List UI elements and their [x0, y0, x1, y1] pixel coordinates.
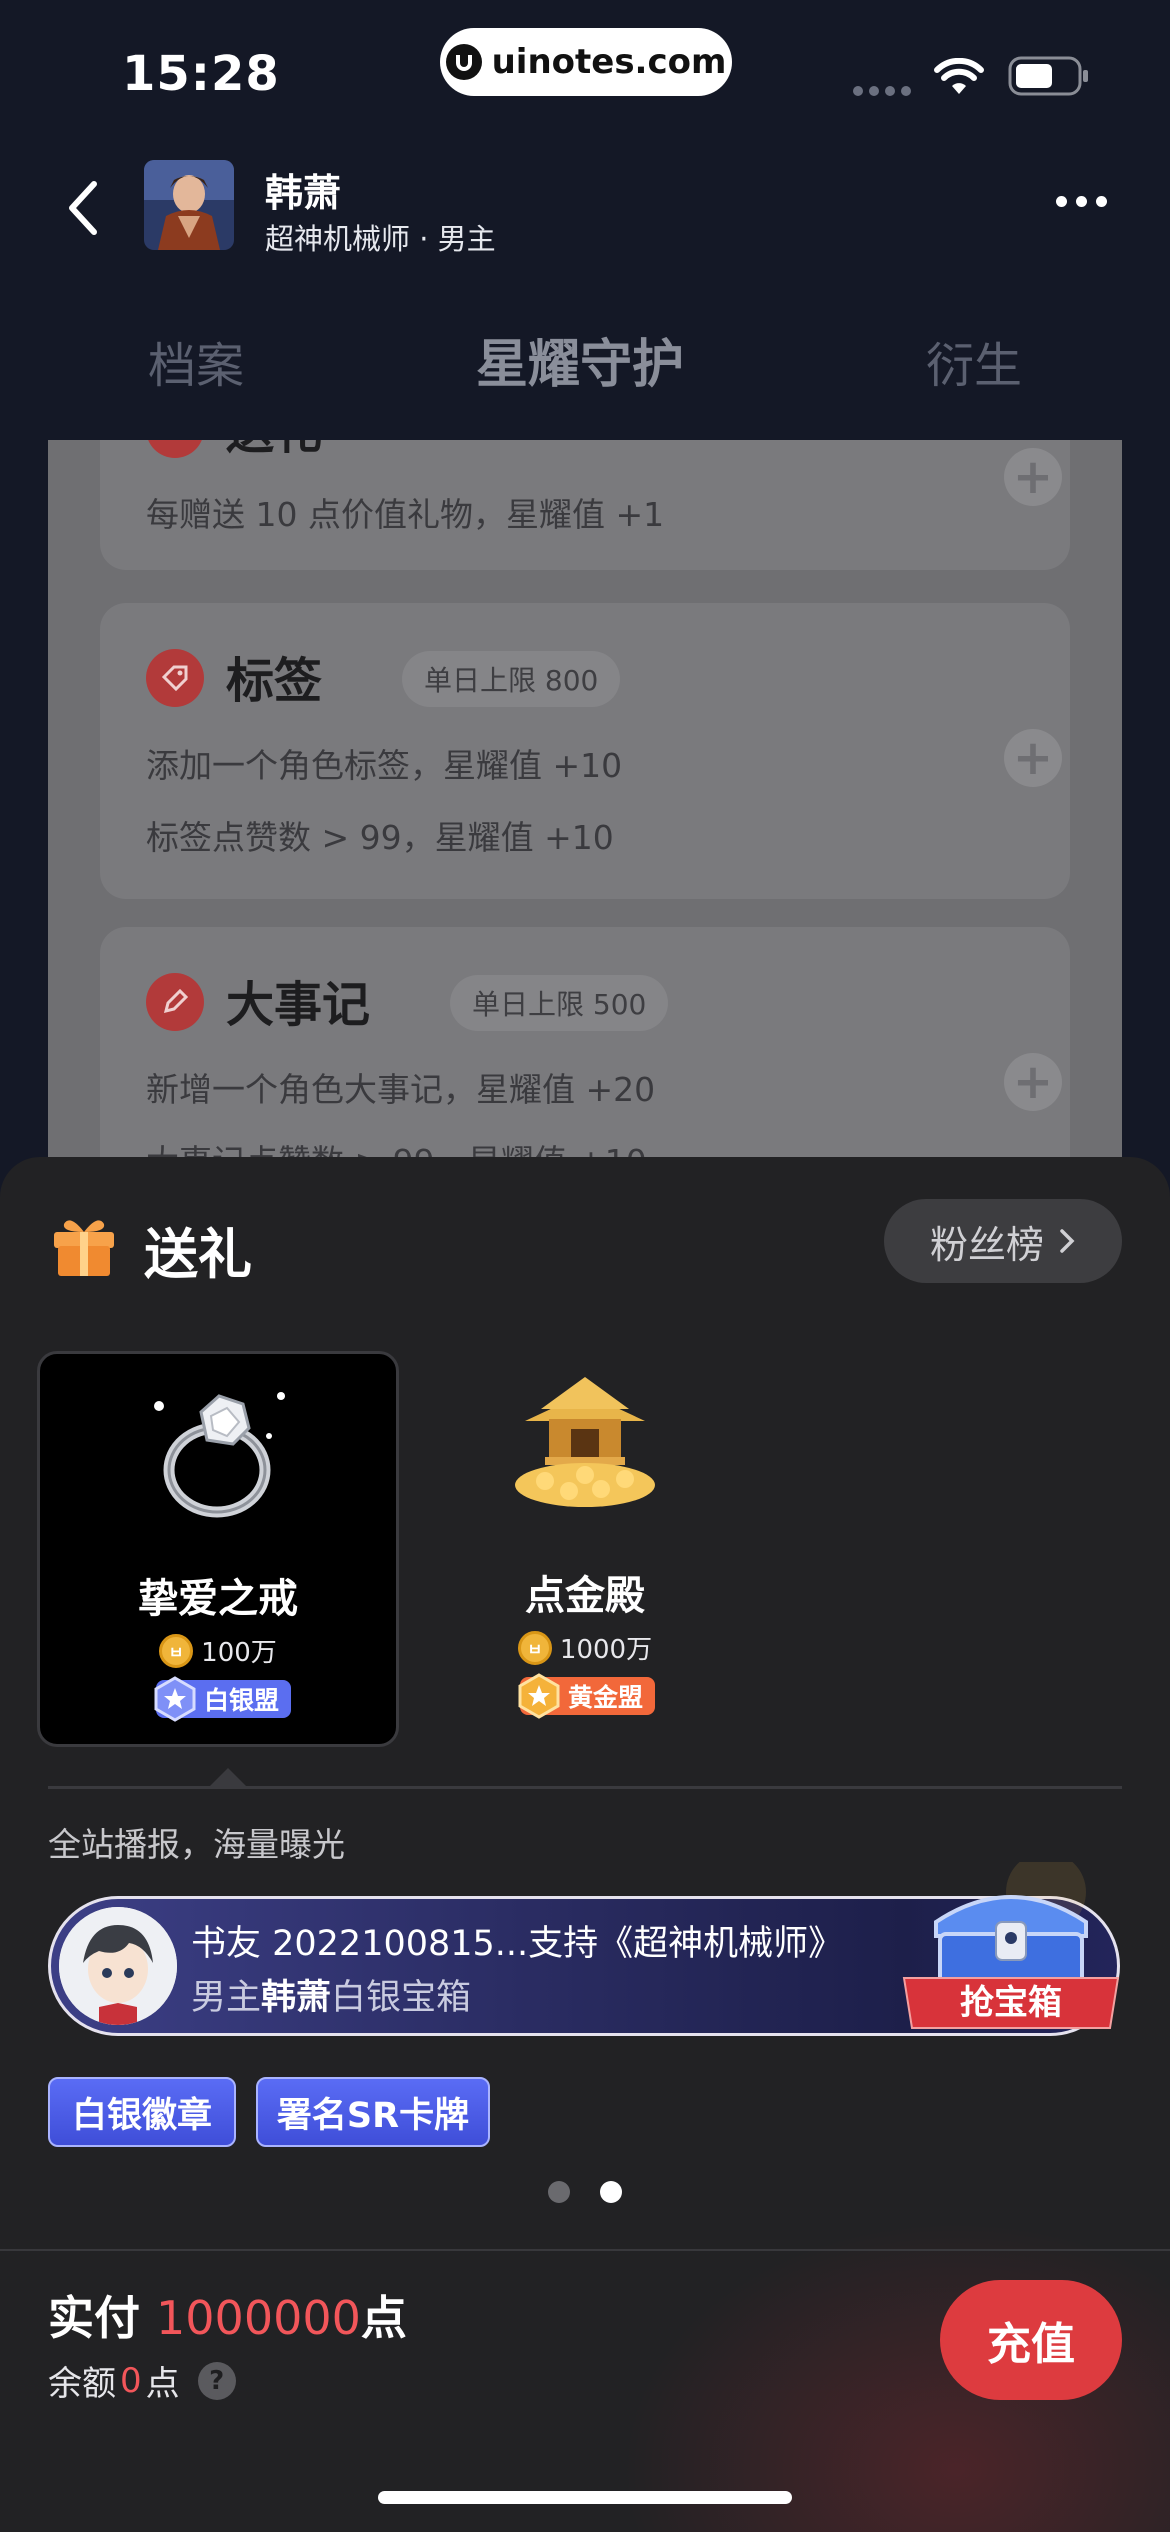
task-card-gift: 送礼 每赠送 10 点价值礼物，星耀值 +1 +	[100, 440, 1070, 570]
task-card-tag: 标签 单日上限 800 添加一个角色标签，星耀值 +10 标签点赞数 > 99，…	[100, 603, 1070, 899]
task-line: 每赠送 10 点价值礼物，星耀值 +1	[146, 495, 665, 534]
ring-gift-image	[154, 1392, 285, 1518]
tab-derivative[interactable]: 衍生	[926, 326, 1022, 396]
broadcast-character: 韩萧	[261, 1978, 332, 2018]
gift-price: ㅂ 100万	[40, 1632, 396, 1669]
tab-archive[interactable]: 档案	[148, 326, 244, 396]
golden-palace-gift-image	[515, 1377, 655, 1507]
tier-label: 黄金盟	[568, 1683, 644, 1712]
gift-name: 点金殿	[525, 1573, 645, 1619]
task-title: 大事记	[226, 977, 371, 1033]
page-dot-1[interactable]	[548, 2181, 570, 2203]
balance-label: 余额	[48, 2364, 116, 2404]
status-time: 15:28	[122, 46, 280, 102]
balance-row: 余额 0 点 ?	[48, 2356, 236, 2405]
pay-summary: 实付 1000000点	[48, 2282, 407, 2348]
page-dot-2[interactable]	[600, 2181, 622, 2203]
balance-value: 0	[120, 2360, 142, 2401]
footer-divider	[0, 2249, 1170, 2251]
more-icon[interactable]	[1056, 196, 1107, 207]
task-line: 标签点赞数 > 99，星耀值 +10	[146, 818, 614, 857]
gift-price-value: 1000万	[559, 1635, 653, 1665]
reward-silver-badge: 白银徽章	[48, 2077, 236, 2147]
pay-label: 实付	[48, 2291, 140, 2345]
url-text: uinotes.com	[491, 42, 727, 82]
add-event-button[interactable]: +	[1004, 1053, 1062, 1111]
broadcast-label: 全站播报，海量曝光	[48, 1825, 345, 1864]
tier-badge-silver: 白银盟	[154, 1676, 292, 1722]
character-avatar[interactable]	[144, 160, 234, 250]
recharge-button[interactable]: 充值	[940, 2280, 1122, 2400]
gift-icon	[54, 1220, 114, 1276]
pay-amount: 1000000	[156, 2291, 361, 2345]
fans-ranking-label: 粉丝榜	[929, 1222, 1044, 1267]
add-task-button[interactable]: +	[1004, 448, 1062, 506]
url-pill: uinotes.com	[440, 28, 732, 96]
fans-ranking-button[interactable]: 粉丝榜	[884, 1199, 1122, 1283]
chest-label: 抢宝箱	[960, 1983, 1062, 2023]
reward-sr-card: 署名SR卡牌	[256, 2077, 490, 2147]
cellular-signal-icon	[853, 86, 911, 96]
battery-icon	[1008, 56, 1088, 96]
chevron-right-icon	[1060, 1229, 1075, 1253]
tag-icon	[146, 649, 204, 707]
task-line: 新增一个角色大事记，星耀值 +20	[146, 1070, 656, 1109]
uinotes-logo-icon	[445, 44, 482, 80]
daily-limit-badge: 单日上限 500	[450, 975, 669, 1031]
silver-hex-icon	[154, 1676, 196, 1722]
coin-icon: ㅂ	[517, 1630, 552, 1665]
gift-price: ㅂ 1000万	[404, 1629, 766, 1666]
gift-task-icon	[146, 440, 204, 458]
task-title: 标签	[226, 653, 323, 709]
broadcast-role: 男主	[191, 1978, 262, 2018]
character-name: 韩萧	[265, 171, 342, 215]
broadcast-text: 书友 2022100815...支持《超神机械师》	[191, 1924, 844, 1964]
home-indicator[interactable]	[378, 2491, 792, 2504]
treasure-chest-button[interactable]: 抢宝箱	[896, 1862, 1126, 2042]
broadcast-subtext: 男主韩萧白银宝箱	[191, 1969, 471, 2020]
task-list-overlay: 送礼 每赠送 10 点价值礼物，星耀值 +1 + 标签 单日上限 800 添加一…	[48, 440, 1122, 1160]
back-icon[interactable]	[60, 178, 110, 238]
task-card-events: 大事记 单日上限 500 新增一个角色大事记，星耀值 +20 大事记点赞数 > …	[100, 927, 1070, 1160]
gift-card-ring[interactable]: 挚爱之戒 ㅂ 100万 白银盟	[37, 1351, 399, 1747]
tab-star-guard[interactable]: 星耀守护	[476, 322, 684, 397]
daily-limit-badge: 单日上限 800	[402, 651, 621, 707]
add-tag-button[interactable]: +	[1004, 729, 1062, 787]
task-line: 添加一个角色标签，星耀值 +10	[146, 746, 623, 785]
pay-unit: 点	[360, 2291, 407, 2345]
gold-hex-icon	[518, 1673, 560, 1719]
gift-sheet-title: 送礼	[144, 1223, 252, 1286]
coin-icon: ㅂ	[159, 1633, 194, 1668]
broadcast-chest-type: 白银宝箱	[331, 1978, 472, 2018]
help-icon[interactable]: ?	[197, 2361, 236, 2400]
gift-name: 挚爱之戒	[138, 1576, 298, 1622]
selection-pointer	[208, 1768, 248, 1788]
character-subtitle: 超神机械师 · 男主	[265, 222, 496, 256]
gift-card-palace[interactable]: 点金殿 ㅂ 1000万 黄金盟	[404, 1351, 766, 1747]
gift-price-value: 100万	[201, 1638, 277, 1668]
tier-badge-gold: 黄金盟	[518, 1673, 656, 1719]
user-avatar	[59, 1907, 177, 2025]
pen-icon	[146, 973, 204, 1031]
task-title: 送礼	[226, 440, 322, 462]
balance-unit: 点	[145, 2364, 180, 2404]
wifi-icon	[934, 58, 984, 94]
tier-label: 白银盟	[204, 1686, 280, 1715]
